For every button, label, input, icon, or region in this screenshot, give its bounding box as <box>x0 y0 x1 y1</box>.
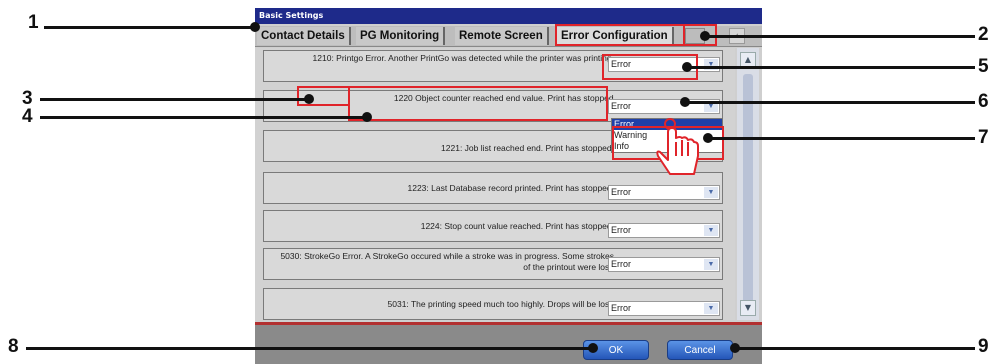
error-description: 1224: Stop count value reached. Print ha… <box>420 221 614 231</box>
leader-dot <box>362 112 372 122</box>
cancel-button[interactable]: Cancel <box>667 340 733 360</box>
hand-pointer-icon <box>656 118 699 175</box>
chevron-down-icon[interactable]: ▼ <box>704 303 718 314</box>
tab-remote-screen[interactable]: Remote Screen <box>455 27 549 45</box>
callout-label: 5 <box>978 56 989 77</box>
severity-select[interactable]: Error ▼ <box>608 257 720 272</box>
dialog-footer: OK Cancel <box>255 322 762 364</box>
error-description: 1210: Printgo Error. Another PrintGo was… <box>312 53 614 63</box>
scrollbar-thumb[interactable] <box>743 74 753 304</box>
error-description: 5030: StrokeGo Error. A StrokeGo occured… <box>280 251 614 272</box>
leader-dot <box>304 94 314 104</box>
severity-value: Error <box>611 101 631 111</box>
leader-line <box>705 35 975 38</box>
error-row: 5031: The printing speed much too highly… <box>263 288 723 320</box>
severity-select[interactable]: Error ▼ <box>608 301 720 316</box>
leader-line <box>708 137 975 140</box>
leader-dot <box>250 22 260 32</box>
leader-line <box>735 347 975 350</box>
error-description: 1223: Last Database record printed. Prin… <box>407 183 615 193</box>
callout-label: 4 <box>22 106 33 127</box>
leader-line <box>685 101 975 104</box>
error-description: 1221: Job list reached end. Print has st… <box>441 143 614 153</box>
callout-label: 9 <box>978 336 989 357</box>
scroll-down-icon[interactable]: ▼ <box>740 300 756 316</box>
tab-pg-monitoring[interactable]: PG Monitoring <box>356 27 446 45</box>
highlight-error-text <box>348 86 608 121</box>
highlight-error-configuration-tab <box>555 24 685 46</box>
callout-label: 8 <box>8 336 19 357</box>
severity-value: Error <box>611 187 631 197</box>
severity-select[interactable]: Error ▼ <box>608 185 720 200</box>
error-row: 5030: StrokeGo Error. A StrokeGo occured… <box>263 248 723 280</box>
vertical-scrollbar[interactable]: ▲ ▼ <box>737 48 759 320</box>
tab-contact-details[interactable]: Contact Details <box>257 27 351 45</box>
severity-value: Error <box>611 225 631 235</box>
chevron-down-icon[interactable]: ▼ <box>704 225 718 236</box>
severity-value: Error <box>611 259 631 269</box>
leader-line <box>687 66 975 69</box>
error-row: 1224: Stop count value reached. Print ha… <box>263 210 723 242</box>
chevron-down-icon[interactable]: ▼ <box>704 259 718 270</box>
severity-value: Error <box>611 303 631 313</box>
chevron-down-icon[interactable]: ▼ <box>704 187 718 198</box>
callout-label: 6 <box>978 91 989 112</box>
leader-dot <box>588 343 598 353</box>
callout-label: 7 <box>978 127 989 148</box>
window-title: Basic Settings <box>255 8 762 24</box>
leader-line <box>40 98 308 101</box>
leader-line <box>26 347 592 350</box>
callout-label: 2 <box>978 24 989 45</box>
error-description: 5031: The printing speed much too highly… <box>387 299 614 309</box>
callout-label: 1 <box>28 12 39 33</box>
leader-line <box>44 26 254 29</box>
severity-select[interactable]: Error ▼ <box>608 223 720 238</box>
leader-line <box>40 116 366 119</box>
